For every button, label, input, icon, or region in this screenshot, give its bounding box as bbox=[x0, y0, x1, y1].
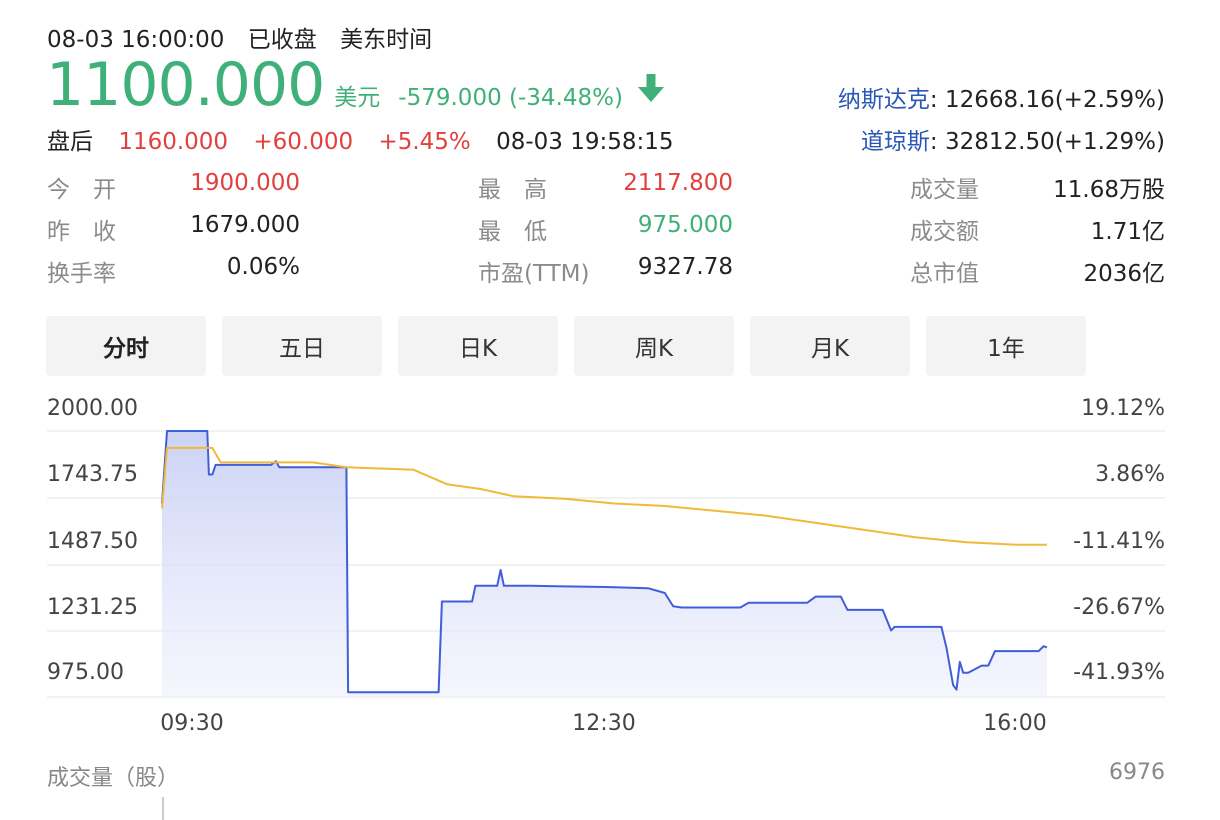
pct-tick-label: -41.93% bbox=[1073, 660, 1165, 685]
index-nasdaq-sep: : bbox=[929, 87, 938, 113]
volume-bar bbox=[162, 797, 164, 820]
stat-value: 11.68万股 bbox=[1053, 177, 1165, 203]
y-tick-label: 1231.25 bbox=[47, 595, 138, 620]
tab-five-day[interactable]: 五日 bbox=[222, 316, 382, 376]
stat-label: 最 高 bbox=[478, 177, 547, 203]
stat-value: 975.000 bbox=[637, 212, 733, 238]
stat-label: 市盈(TTM) bbox=[478, 261, 590, 287]
stat-value: 1.71亿 bbox=[1090, 219, 1165, 245]
quote-status-line: 08-03 16:00:00 已收盘 美东时间 bbox=[47, 20, 448, 54]
tab-weekly-k[interactable]: 周K bbox=[574, 316, 734, 376]
after-hours-change: +60.000 bbox=[253, 129, 354, 155]
stat-label: 今 开 bbox=[47, 177, 116, 203]
after-hours-row: 盘后 1160.000 +60.000 +5.45% 08-03 19:58:1… bbox=[47, 122, 692, 156]
currency-label: 美元 bbox=[334, 85, 381, 111]
after-hours-label: 盘后 bbox=[47, 129, 93, 155]
stat-label: 总市值 bbox=[910, 261, 979, 287]
after-hours-price: 1160.000 bbox=[118, 129, 229, 155]
stat-value: 0.06% bbox=[226, 254, 300, 280]
y-tick-label: 1743.75 bbox=[47, 462, 138, 487]
price-area-fill bbox=[162, 431, 1047, 697]
stat-value: 2036亿 bbox=[1083, 261, 1165, 287]
index-dow[interactable]: 道琼斯: 32812.50(+1.29%) bbox=[861, 122, 1165, 156]
index-nasdaq-name[interactable]: 纳斯达克 bbox=[838, 87, 930, 113]
intraday-chart[interactable]: 2000.00 1743.75 1487.50 1231.25 975.00 19.12%… bbox=[0, 390, 1220, 740]
stat-value: 1679.000 bbox=[190, 212, 300, 238]
stat-value: 1900.000 bbox=[190, 170, 300, 196]
tab-intraday[interactable]: 分时 bbox=[46, 316, 206, 376]
stat-label: 成交额 bbox=[910, 219, 979, 245]
stat-label: 换手率 bbox=[47, 261, 116, 287]
arrow-down-icon bbox=[637, 73, 665, 107]
x-tick-label: 12:30 bbox=[572, 711, 635, 736]
index-nasdaq[interactable]: 纳斯达克: 12668.16(+2.59%) bbox=[838, 80, 1165, 114]
tab-one-year[interactable]: 1年 bbox=[926, 316, 1086, 376]
tab-daily-k[interactable]: 日K bbox=[398, 316, 558, 376]
x-tick-label: 09:30 bbox=[160, 711, 223, 736]
pct-tick-label: 19.12% bbox=[1081, 396, 1165, 421]
price-row: 1100.000 美元 -579.000 (-34.48%) bbox=[46, 50, 665, 120]
pct-tick-label: -11.41% bbox=[1073, 529, 1165, 554]
pct-tick-label: -26.67% bbox=[1073, 595, 1165, 620]
volume-max: 6976 bbox=[1109, 760, 1165, 785]
index-dow-value: 32812.50(+1.29%) bbox=[937, 129, 1165, 155]
stat-label: 最 低 bbox=[478, 219, 547, 245]
x-tick-label: 16:00 bbox=[983, 711, 1046, 736]
y-tick-label: 975.00 bbox=[47, 660, 124, 685]
index-dow-sep: : bbox=[929, 129, 938, 155]
period-tabs: 分时 五日 日K 周K 月K 1年 bbox=[46, 316, 1086, 376]
stat-label: 成交量 bbox=[910, 177, 979, 203]
tab-monthly-k[interactable]: 月K bbox=[750, 316, 910, 376]
stat-label: 昨 收 bbox=[47, 219, 116, 245]
after-hours-percent: +5.45% bbox=[378, 129, 471, 155]
pct-tick-label: 3.86% bbox=[1095, 462, 1165, 487]
current-price: 1100.000 bbox=[46, 50, 325, 120]
price-change: -579.000 (-34.48%) bbox=[398, 85, 623, 111]
y-tick-label: 1487.50 bbox=[47, 529, 138, 554]
index-dow-name[interactable]: 道琼斯 bbox=[861, 129, 930, 155]
after-hours-time: 08-03 19:58:15 bbox=[496, 129, 674, 155]
volume-label: 成交量（股） bbox=[47, 766, 180, 791]
y-tick-label: 2000.00 bbox=[47, 396, 138, 421]
index-nasdaq-value: 12668.16(+2.59%) bbox=[937, 87, 1165, 113]
stat-value: 9327.78 bbox=[637, 254, 733, 280]
stat-value: 2117.800 bbox=[623, 170, 733, 196]
